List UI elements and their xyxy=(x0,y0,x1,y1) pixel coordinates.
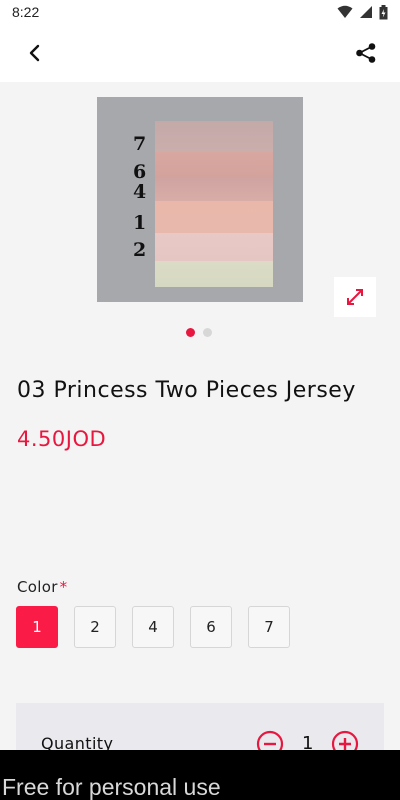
status-bar: 8:22 xyxy=(0,0,400,24)
back-button[interactable] xyxy=(18,37,50,69)
color-option-7[interactable]: 7 xyxy=(248,606,290,648)
expand-image-button[interactable] xyxy=(334,277,376,317)
swatch-label: 1 xyxy=(133,212,147,234)
fabric-swatch-1 xyxy=(155,201,273,233)
expand-icon xyxy=(347,289,363,305)
color-option-4[interactable]: 4 xyxy=(132,606,174,648)
status-time: 8:22 xyxy=(12,4,40,20)
fabric-swatch-4 xyxy=(155,177,273,201)
chevron-left-icon xyxy=(29,44,40,62)
color-options: 1 2 4 6 7 xyxy=(16,606,290,648)
swatch-label: 2 xyxy=(133,239,147,261)
signal-icon xyxy=(360,6,372,18)
color-option-2[interactable]: 2 xyxy=(74,606,116,648)
product-image[interactable]: 7 6 4 1 2 xyxy=(97,97,303,302)
fabric-swatch-7 xyxy=(155,121,273,153)
product-price: 4.50JOD xyxy=(17,427,107,451)
watermark-bar: Free for personal use xyxy=(0,750,400,800)
color-option-6[interactable]: 6 xyxy=(190,606,232,648)
swatch-label: 4 xyxy=(133,181,147,203)
share-icon xyxy=(356,43,376,63)
fabric-swatch-6 xyxy=(155,152,273,179)
fabric-swatch-2 xyxy=(155,233,273,261)
product-title: 03 Princess Two Pieces Jersey xyxy=(17,378,356,403)
carousel-indicator xyxy=(186,328,212,337)
required-mark: * xyxy=(59,578,68,596)
battery-icon xyxy=(379,4,388,19)
watermark-text: Free for personal use xyxy=(2,774,221,800)
swatch-label: 6 xyxy=(133,161,147,183)
wifi-icon xyxy=(337,5,353,18)
color-option-1[interactable]: 1 xyxy=(16,606,58,648)
status-icons xyxy=(337,4,388,20)
fabric-swatch-base xyxy=(155,261,273,287)
color-label: Color * xyxy=(17,578,67,596)
color-label-text: Color xyxy=(17,578,58,596)
app-bar xyxy=(0,24,400,82)
swatch-label: 7 xyxy=(133,133,147,155)
share-button[interactable] xyxy=(350,37,382,69)
carousel-dot-active[interactable] xyxy=(186,328,195,337)
carousel-dot[interactable] xyxy=(203,328,212,337)
